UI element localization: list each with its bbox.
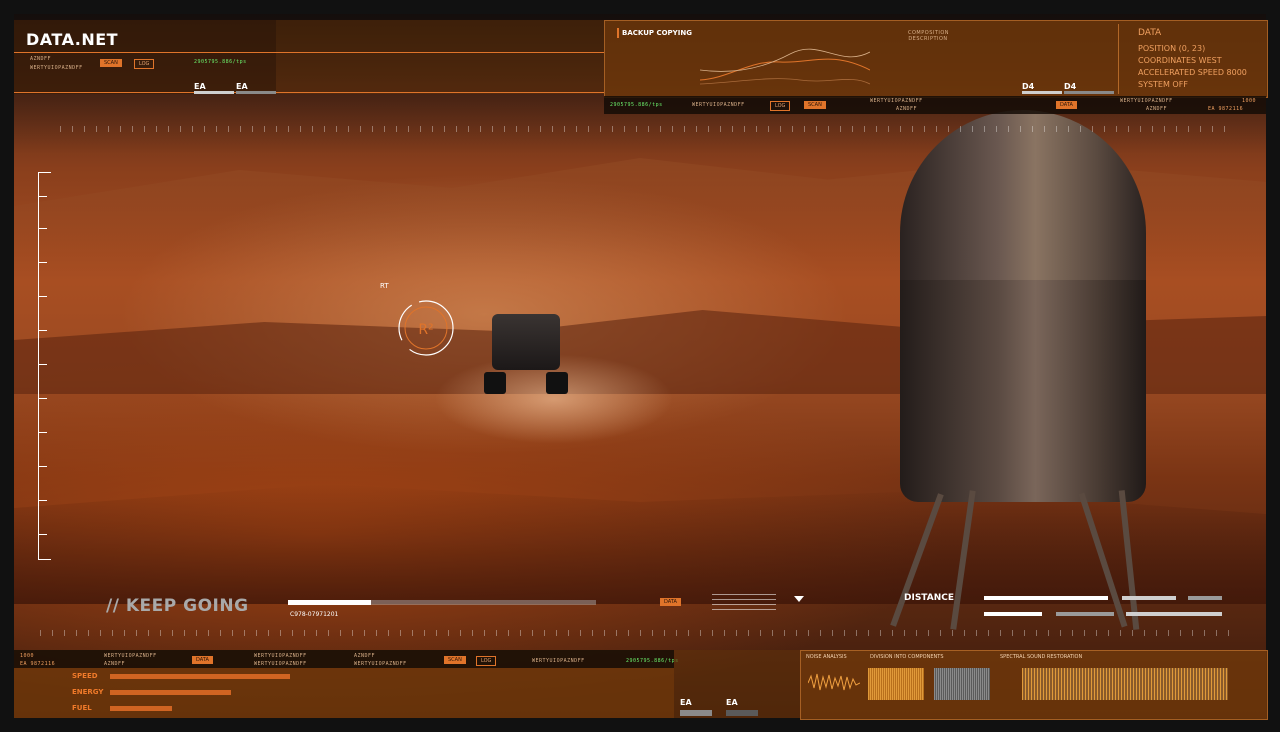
backup-log-button[interactable]: LOG bbox=[770, 101, 791, 111]
stat-speed-label: SPEED bbox=[72, 672, 98, 680]
division-block-b bbox=[934, 668, 990, 700]
stat-speed-bar bbox=[110, 674, 290, 679]
top-left-rule-2 bbox=[14, 92, 604, 93]
distance-label: DISTANCE bbox=[904, 593, 954, 603]
distance-bar-1 bbox=[984, 596, 1108, 600]
spectral-title: SPECTRAL SOUND RESTORATION bbox=[1000, 654, 1083, 660]
bottom-code-d: WERTYUIOPAZNDFF bbox=[254, 661, 307, 667]
bottom-tick-line bbox=[40, 630, 1240, 636]
division-block-a bbox=[868, 668, 924, 700]
top-left-rule bbox=[14, 52, 604, 53]
backup-sub-code-b: AZNDFF bbox=[896, 106, 918, 112]
backup-title: BACKUP COPYING bbox=[622, 29, 692, 37]
bottom-num-b: EA 9872116 bbox=[20, 661, 56, 667]
rover-vehicle bbox=[480, 314, 572, 394]
data-line-position: POSITION (0, 23) bbox=[1138, 44, 1206, 53]
scan-button[interactable]: SCAN bbox=[100, 59, 122, 67]
d4-label-a: D4 bbox=[1022, 82, 1035, 91]
distance-bar-2 bbox=[1122, 596, 1176, 600]
bottom-log-button[interactable]: LOG bbox=[476, 656, 497, 666]
app-title: DATA.NET bbox=[26, 30, 119, 49]
backup-code: WERTYUIOPAZNDFF bbox=[692, 102, 745, 108]
data-num-b: EA 9872116 bbox=[1208, 106, 1244, 112]
distance-bar-6 bbox=[1126, 612, 1222, 616]
dropdown-triangle-icon[interactable] bbox=[794, 596, 804, 602]
bottom-ea-label-b: EA bbox=[726, 698, 738, 707]
d4-label-b: D4 bbox=[1064, 82, 1077, 91]
code-aznd: AZNDFF bbox=[30, 56, 52, 62]
bottom-code-b: AZNDFF bbox=[104, 661, 126, 667]
target-reticle[interactable]: R² bbox=[396, 298, 456, 358]
rate-readout: 2905795.886/tps bbox=[194, 59, 247, 65]
backup-sub-code-d: AZNDFF bbox=[1146, 106, 1168, 112]
stat-energy-bar bbox=[110, 690, 231, 695]
noise-analysis-title: NOISE ANALYSIS bbox=[806, 654, 847, 660]
hud-code: C978-07971201 bbox=[290, 611, 339, 618]
ea-label-b: EA bbox=[236, 82, 248, 91]
backup-data-button[interactable]: DATA bbox=[1056, 101, 1077, 109]
data-line-coordinates: COORDINATES WEST bbox=[1138, 56, 1222, 65]
data-panel-divider bbox=[1118, 24, 1119, 94]
bottom-code-a: WERTYUIOPAZNDFF bbox=[104, 653, 157, 659]
spectral-block bbox=[1022, 668, 1228, 700]
target-label: RT bbox=[380, 282, 389, 290]
target-symbol: R² bbox=[418, 322, 433, 338]
hud-striped-lines bbox=[712, 594, 776, 614]
bottom-rate: 2905795.886/tps bbox=[626, 658, 679, 664]
bottom-scan-button[interactable]: SCAN bbox=[444, 656, 466, 664]
bottom-num-a: 1000 bbox=[20, 653, 35, 659]
progress-fill bbox=[288, 600, 372, 605]
bottom-ea-panel bbox=[674, 650, 800, 718]
bottom-data-button[interactable]: DATA bbox=[192, 656, 213, 664]
backup-line-chart bbox=[700, 48, 870, 85]
data-panel-title: DATA bbox=[1138, 28, 1162, 38]
bottom-code-c: WERTYUIOPAZNDFF bbox=[254, 653, 307, 659]
distance-bar-4 bbox=[984, 612, 1042, 616]
keep-going-label: // KEEP GOING bbox=[106, 596, 249, 616]
ea-bar-a bbox=[194, 91, 234, 94]
data-num-a: 1000 bbox=[1242, 98, 1257, 104]
top-mid-panel bbox=[276, 20, 604, 94]
altitude-ruler bbox=[38, 172, 51, 560]
backup-rate: 2905795.886/tps bbox=[610, 102, 663, 108]
data-line-system: SYSTEM OFF bbox=[1138, 80, 1188, 89]
progress-track bbox=[288, 600, 596, 605]
hud-data-button[interactable]: DATA bbox=[660, 598, 681, 606]
d4-bar-b bbox=[1064, 91, 1114, 94]
bottom-ea-bar-b bbox=[726, 710, 758, 716]
bottom-ea-bar-a bbox=[680, 710, 712, 716]
bottom-ea-label-a: EA bbox=[680, 698, 692, 707]
backup-right-title: COMPOSITION DESCRIPTION bbox=[908, 30, 950, 42]
stat-fuel-label: FUEL bbox=[72, 704, 92, 712]
backup-accent bbox=[617, 28, 619, 38]
ea-bar-b bbox=[236, 91, 276, 94]
backup-sub-code-a: WERTYUIOPAZNDFF bbox=[870, 98, 923, 104]
landing-silo bbox=[890, 110, 1150, 630]
distance-bar-5 bbox=[1056, 612, 1114, 616]
distance-bar-3 bbox=[1188, 596, 1222, 600]
ea-label-a: EA bbox=[194, 82, 206, 91]
d4-bar-a bbox=[1022, 91, 1062, 94]
noise-waveform bbox=[808, 673, 860, 691]
code-wert: WERTYUIOPAZNDFF bbox=[30, 65, 83, 71]
stat-fuel-bar bbox=[110, 706, 172, 711]
bottom-code-g: WERTYUIOPAZNDFF bbox=[532, 658, 585, 664]
top-tick-line bbox=[60, 126, 1230, 132]
stat-energy-label: ENERGY bbox=[72, 688, 104, 696]
bottom-code-e: AZNDFF bbox=[354, 653, 376, 659]
log-button[interactable]: LOG bbox=[134, 59, 155, 69]
backup-scan-button[interactable]: SCAN bbox=[804, 101, 826, 109]
backup-sub-code-c: WERTYUIOPAZNDFF bbox=[1120, 98, 1173, 104]
data-line-speed: ACCELERATED SPEED 8000 bbox=[1138, 68, 1247, 77]
bottom-code-f: WERTYUIOPAZNDFF bbox=[354, 661, 407, 667]
division-title: DIVISION INTO COMPONENTS bbox=[870, 654, 944, 660]
